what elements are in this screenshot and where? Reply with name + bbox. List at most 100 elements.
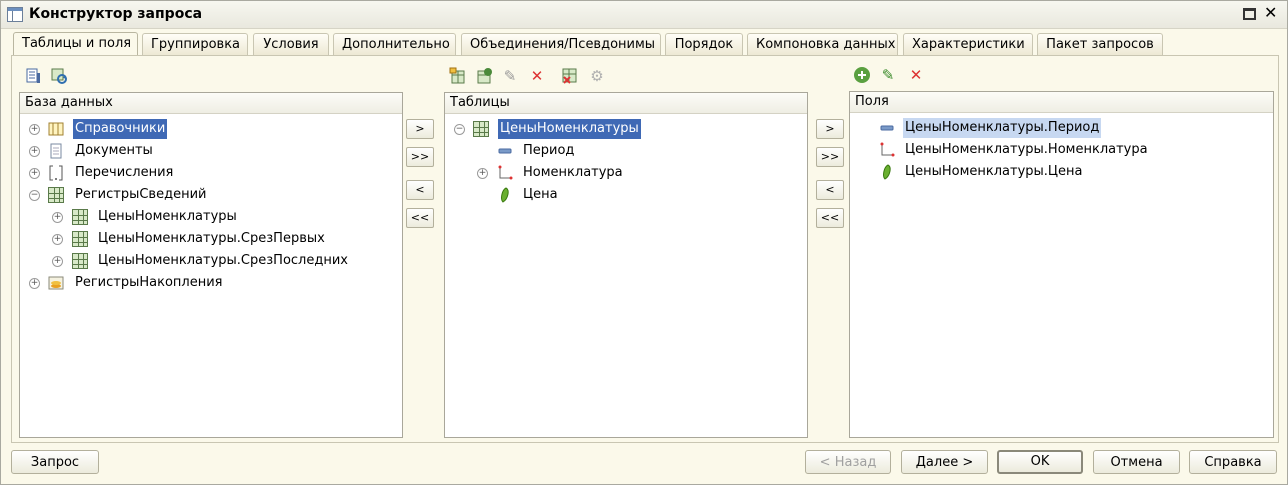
field-row-nomenclature[interactable]: ЦеныНоменклатуры.Номенклатура — [850, 140, 1271, 160]
register-icon — [48, 187, 64, 203]
add-field-button[interactable]: > — [816, 119, 844, 139]
tab-additional[interactable]: Дополнительно — [333, 33, 456, 55]
reference-icon — [879, 142, 895, 158]
tree-item-label: Цена — [523, 187, 558, 202]
tree-item-label: Перечисления — [75, 165, 174, 180]
remove-all-fields-button[interactable]: << — [816, 208, 844, 228]
tab-order[interactable]: Порядок — [665, 33, 743, 55]
resource-icon — [879, 164, 895, 180]
tree-item-label: ЦеныНоменклатуры.СрезПервых — [98, 231, 325, 246]
add-table-icon[interactable] — [449, 67, 467, 85]
delete-table-icon[interactable]: ✕ — [528, 67, 546, 85]
tab-query-batch[interactable]: Пакет запросов — [1037, 33, 1163, 55]
title-bar: Конструктор запроса ✕ — [1, 1, 1287, 29]
register-icon — [72, 253, 88, 269]
tree-item-prices-last-slice[interactable]: + ЦеныНоменклатуры.СрезПоследних — [20, 251, 400, 271]
tree-item-selected-table[interactable]: − ЦеныНоменклатуры — [445, 119, 805, 139]
tree-item-label: Справочники — [73, 119, 168, 139]
window-title: Конструктор запроса — [29, 6, 203, 22]
database-panel: База данных + Справочники + Документы + … — [19, 92, 403, 438]
dimension-icon — [497, 143, 513, 159]
document-icon — [48, 143, 64, 159]
register-icon — [72, 231, 88, 247]
tree-item-prices-first-slice[interactable]: + ЦеныНоменклатуры.СрезПервых — [20, 229, 400, 249]
query-text-icon[interactable] — [24, 67, 42, 85]
dimension-icon — [879, 120, 895, 136]
tree-item-prices[interactable]: + ЦеныНоменклатуры — [20, 207, 400, 227]
tab-characteristics[interactable]: Характеристики — [903, 33, 1033, 55]
field-label: ЦеныНоменклатуры.Номенклатура — [905, 142, 1148, 157]
help-button[interactable]: Справка — [1189, 450, 1277, 474]
refresh-tables-icon[interactable] — [50, 67, 68, 85]
back-button[interactable]: < Назад — [805, 450, 891, 474]
field-row-period[interactable]: ЦеныНоменклатуры.Период — [850, 118, 1271, 138]
cancel-button[interactable]: Отмена — [1093, 450, 1180, 474]
accumulation-register-icon — [48, 275, 64, 291]
tables-panel: Таблицы − ЦеныНоменклатуры Период + Номе… — [444, 92, 808, 438]
tree-item-accumulation-registers[interactable]: + РегистрыНакопления — [20, 273, 400, 293]
ok-button[interactable]: OK — [997, 450, 1083, 474]
add-all-fields-button[interactable]: >> — [816, 147, 844, 167]
field-row-price[interactable]: ЦеныНоменклатуры.Цена — [850, 162, 1271, 182]
collapse-icon[interactable]: − — [454, 124, 465, 135]
remove-all-tables-button[interactable]: << — [406, 208, 434, 228]
tree-item-enums[interactable]: + Перечисления — [20, 163, 400, 183]
tree-item-field-nomenclature[interactable]: + Номенклатура — [445, 163, 805, 183]
reference-icon — [497, 165, 513, 181]
tab-conditions[interactable]: Условия — [253, 33, 329, 55]
next-button[interactable]: Далее > — [901, 450, 988, 474]
enum-icon — [48, 165, 64, 181]
register-icon — [473, 121, 489, 137]
tree-item-catalogs[interactable]: + Справочники — [20, 119, 400, 139]
tree-item-label: Период — [523, 143, 575, 158]
maximize-icon[interactable] — [1243, 8, 1256, 20]
remove-field-button[interactable]: < — [816, 180, 844, 200]
query-builder-icon — [7, 7, 23, 22]
expand-icon[interactable]: + — [29, 124, 40, 135]
fields-panel-header: Поля — [850, 92, 1273, 113]
remove-table-button[interactable]: < — [406, 180, 434, 200]
add-table-button[interactable]: > — [406, 119, 434, 139]
register-icon — [72, 209, 88, 225]
tree-item-info-registers[interactable]: − РегистрыСведений — [20, 185, 400, 205]
expand-icon[interactable]: + — [52, 212, 63, 223]
tab-data-composition[interactable]: Компоновка данных — [747, 33, 898, 55]
tree-item-field-price[interactable]: Цена — [445, 185, 805, 205]
expand-icon[interactable]: + — [29, 278, 40, 289]
field-label: ЦеныНоменклатуры.Период — [903, 118, 1102, 138]
tree-item-label: РегистрыСведений — [75, 187, 207, 202]
add-all-tables-button[interactable]: >> — [406, 147, 434, 167]
query-button[interactable]: Запрос — [11, 450, 99, 474]
edit-field-icon[interactable]: ✎ — [879, 66, 897, 84]
tree-item-label: ЦеныНоменклатуры — [498, 119, 641, 139]
database-panel-header: База данных — [20, 93, 402, 114]
tree-item-label: Номенклатура — [523, 165, 623, 180]
resource-icon — [497, 187, 513, 203]
fields-panel: Поля ЦеныНоменклатуры.Период ЦеныНоменкл… — [849, 91, 1274, 438]
edit-table-icon[interactable]: ✎ — [501, 67, 519, 85]
delete-field-icon[interactable]: ✕ — [907, 66, 925, 84]
tree-item-label: ЦеныНоменклатуры — [98, 209, 237, 224]
tab-tables-and-fields[interactable]: Таблицы и поля — [13, 32, 138, 56]
add-field-icon[interactable] — [853, 66, 871, 84]
field-label: ЦеныНоменклатуры.Цена — [905, 164, 1083, 179]
table-settings-icon[interactable]: ⚙ — [588, 67, 606, 85]
expand-icon[interactable]: + — [477, 168, 488, 179]
replace-table-icon[interactable] — [561, 67, 579, 85]
expand-icon[interactable]: + — [52, 256, 63, 267]
expand-icon[interactable]: + — [29, 168, 40, 179]
tab-grouping[interactable]: Группировка — [142, 33, 248, 55]
tree-item-field-period[interactable]: Период — [445, 141, 805, 161]
collapse-icon[interactable]: − — [29, 190, 40, 201]
tab-content-tables-and-fields: ✎ ✕ ⚙ ✎ ✕ База данных + Справочники + До… — [11, 55, 1279, 443]
tree-item-label: Документы — [75, 143, 153, 158]
catalog-icon — [48, 121, 64, 137]
tree-item-documents[interactable]: + Документы — [20, 141, 400, 161]
add-nested-table-icon[interactable] — [475, 67, 493, 85]
tables-panel-header: Таблицы — [445, 93, 807, 114]
tab-unions-aliases[interactable]: Объединения/Псевдонимы — [461, 33, 661, 55]
expand-icon[interactable]: + — [29, 146, 40, 157]
expand-icon[interactable]: + — [52, 234, 63, 245]
close-icon[interactable]: ✕ — [1264, 4, 1277, 22]
tree-item-label: РегистрыНакопления — [75, 275, 223, 290]
